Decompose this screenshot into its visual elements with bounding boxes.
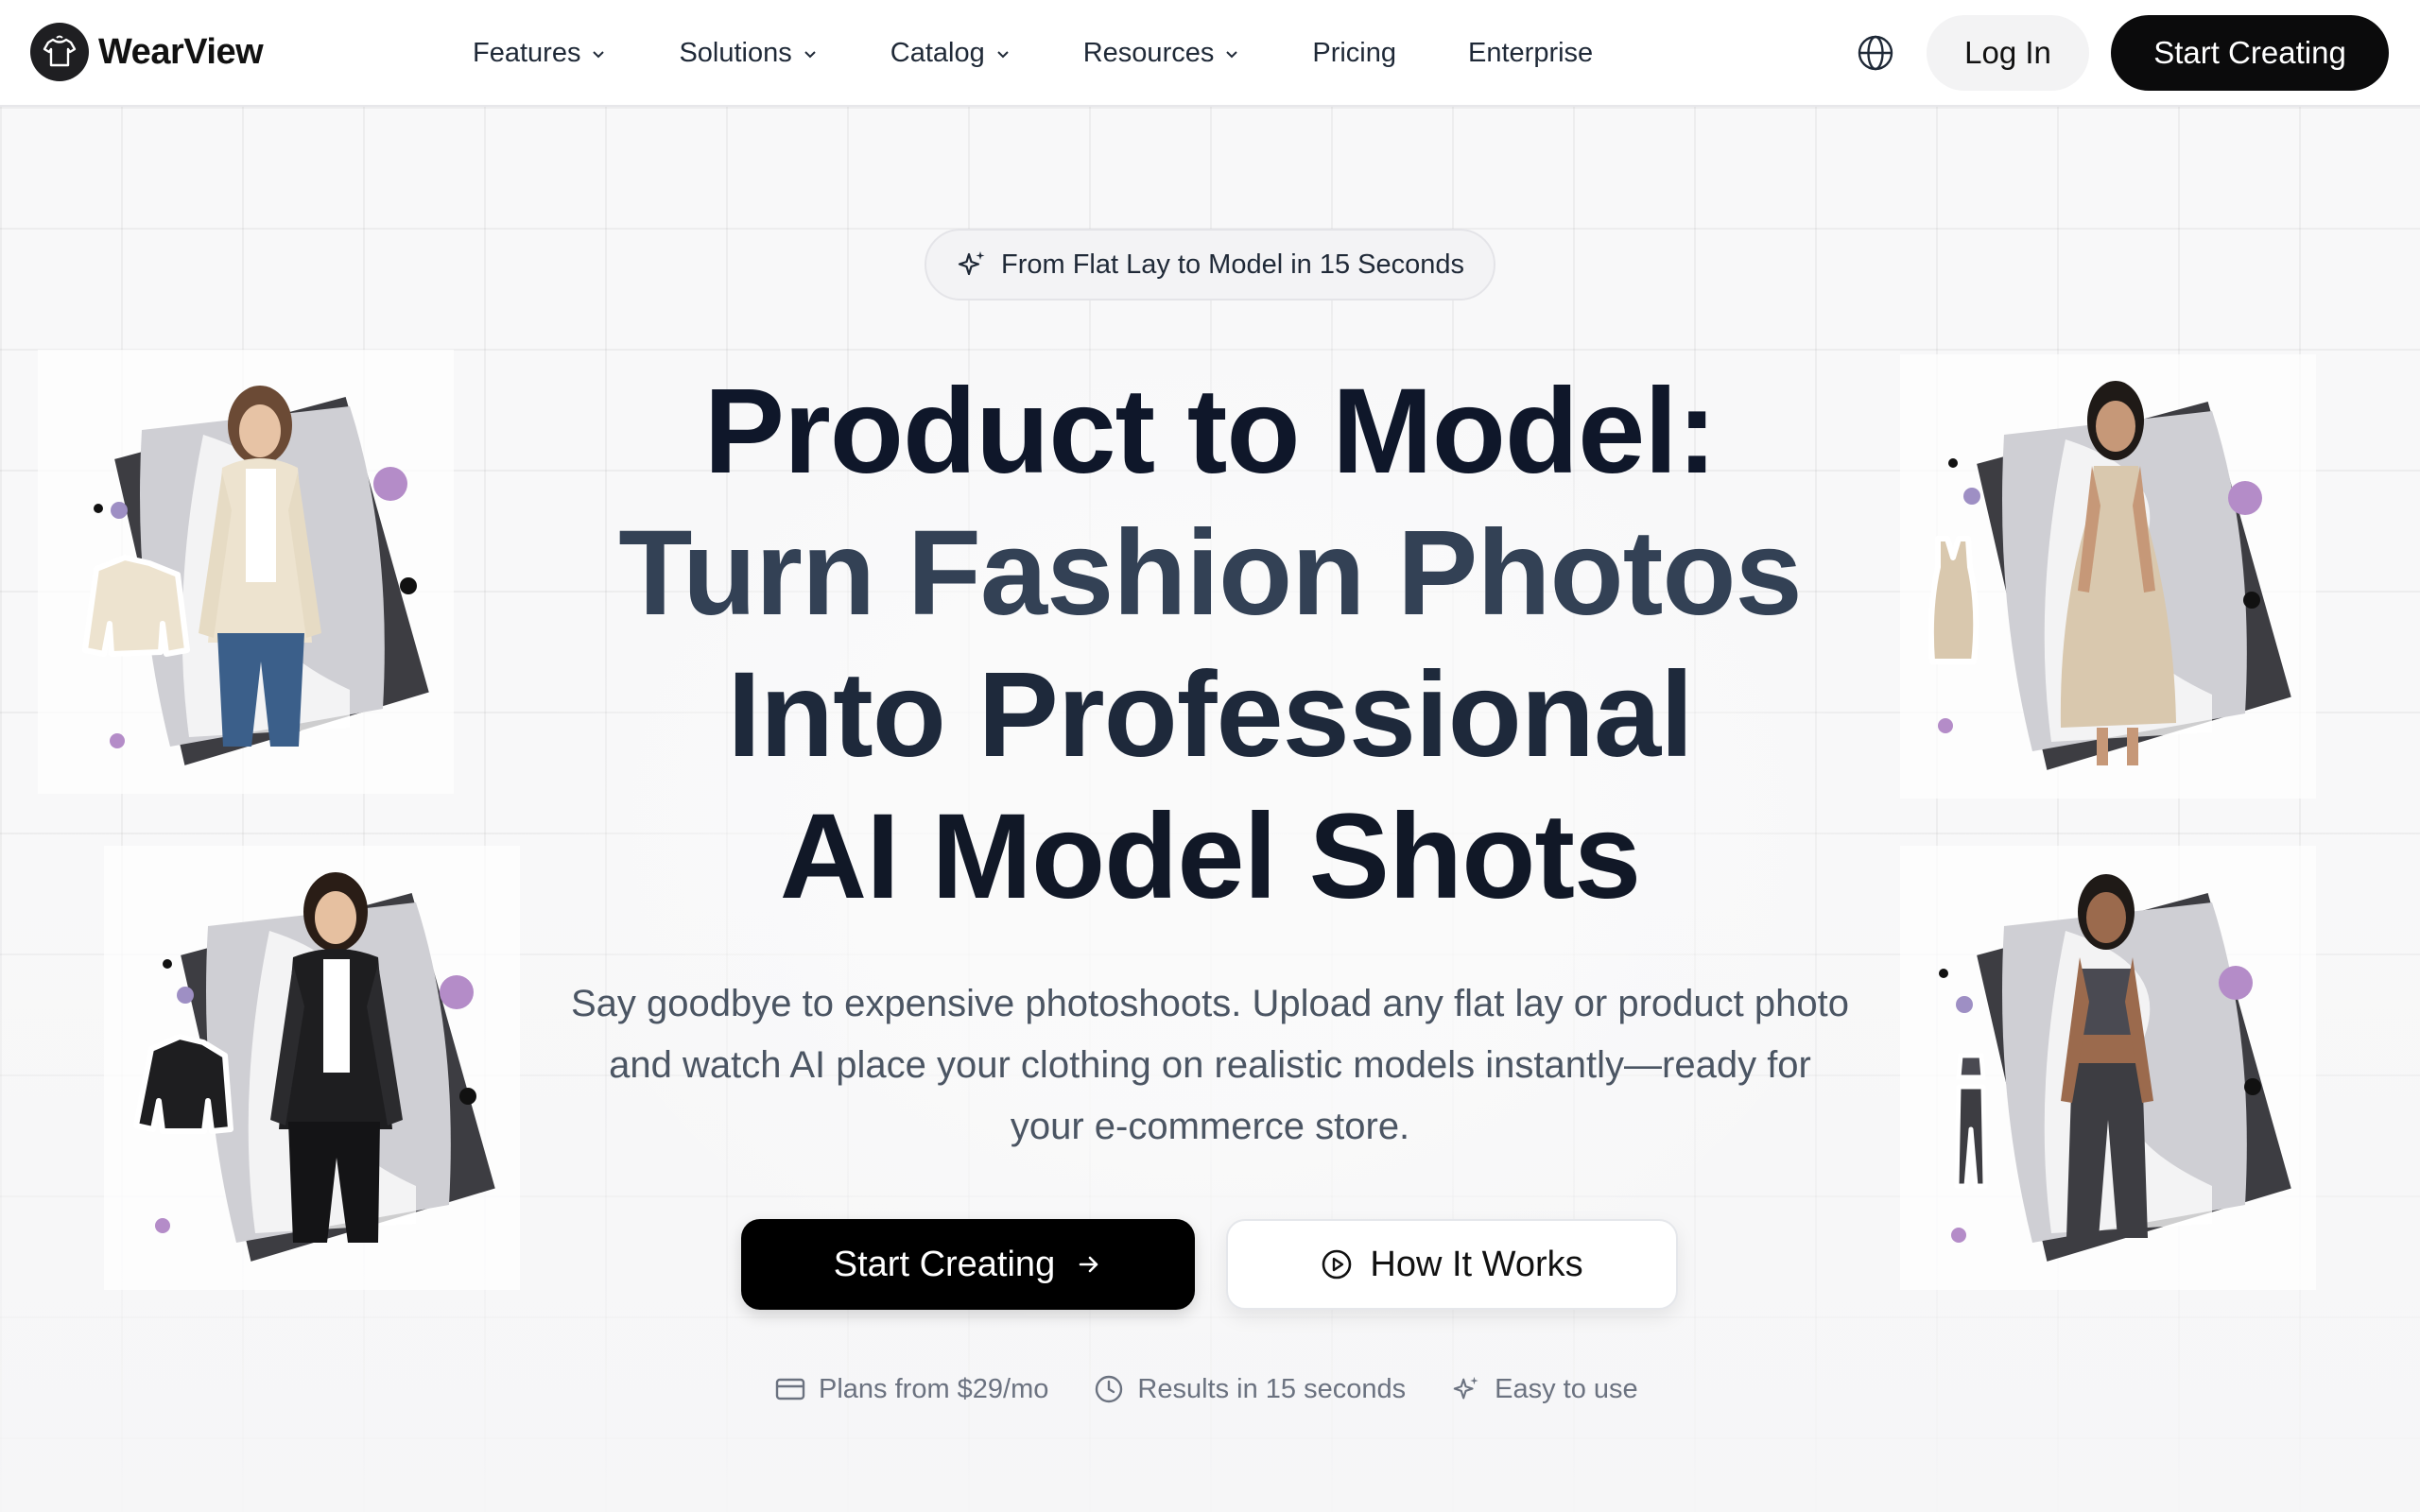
nav-solutions-label: Solutions: [679, 38, 792, 68]
headline-line-3: Into Professional: [727, 647, 1693, 782]
feature-ease-label: Easy to use: [1495, 1373, 1638, 1404]
globe-icon[interactable]: [1857, 34, 1894, 72]
nav-features[interactable]: Features: [473, 38, 607, 69]
site-header: WearView Features Solutions Catalog Reso…: [0, 0, 2420, 107]
arrow-right-icon: [1079, 1256, 1098, 1273]
clock-icon: [1096, 1375, 1123, 1403]
logo-shirt-icon: [30, 23, 89, 81]
chevron-down-icon: [804, 50, 816, 58]
nav-resources[interactable]: Resources: [1083, 38, 1241, 69]
logo[interactable]: WearView: [30, 23, 264, 81]
feature-speed: Results in 15 seconds: [1094, 1374, 1406, 1405]
how-it-works-button[interactable]: How It Works: [1226, 1219, 1678, 1310]
header-start-creating-button[interactable]: Start Creating: [2111, 15, 2389, 91]
feature-speed-label: Results in 15 seconds: [1137, 1373, 1407, 1404]
feature-strip: Plans from $29/mo Results in 15 seconds …: [775, 1368, 1638, 1410]
play-circle-icon: [1322, 1249, 1352, 1280]
credit-card-icon: [775, 1378, 805, 1400]
how-it-works-label: How It Works: [1370, 1244, 1583, 1284]
nav-enterprise-label: Enterprise: [1468, 38, 1594, 68]
hero-headline: Product to Model: Turn Fashion Photos In…: [529, 361, 1891, 928]
headline-line-4: AI Model Shots: [779, 789, 1641, 924]
headline-line-1: Product to Model:: [703, 364, 1718, 499]
feature-ease: Easy to use: [1451, 1374, 1638, 1405]
showcase-card-activewear: [1900, 846, 2316, 1290]
nav-features-label: Features: [473, 38, 581, 68]
hero-badge: From Flat Lay to Model in 15 Seconds: [925, 229, 1495, 301]
nav-catalog[interactable]: Catalog: [890, 38, 1011, 69]
nav-pricing-label: Pricing: [1312, 38, 1397, 68]
chevron-down-icon: [593, 50, 605, 58]
nav-catalog-label: Catalog: [890, 38, 985, 68]
sparkles-icon: [958, 251, 985, 276]
start-creating-label: Start Creating: [833, 1244, 1056, 1284]
sparkles-icon: [1453, 1376, 1478, 1400]
start-creating-button[interactable]: Start Creating: [741, 1219, 1195, 1310]
headline-line-2: Turn Fashion Photos: [618, 506, 1802, 641]
nav-pricing[interactable]: Pricing: [1312, 38, 1396, 69]
nav-enterprise[interactable]: Enterprise: [1468, 38, 1593, 69]
hero-badge-text: From Flat Lay to Model in 15 Seconds: [1000, 249, 1464, 280]
showcase-card-slip-dress: [1900, 354, 2316, 799]
hero-subtitle: Say goodbye to expensive photoshoots. Up…: [570, 983, 1849, 1147]
showcase-card-cardigan: [38, 350, 454, 794]
feature-pricing: Plans from $29/mo: [775, 1374, 1048, 1405]
main-nav: Features Solutions Catalog Resources Pri…: [473, 0, 1665, 107]
login-button[interactable]: Log In: [1927, 15, 2089, 91]
nav-resources-label: Resources: [1082, 38, 1215, 68]
feature-pricing-label: Plans from $29/mo: [819, 1373, 1049, 1404]
showcase-card-leather-jacket: [104, 846, 520, 1290]
nav-solutions[interactable]: Solutions: [679, 38, 818, 69]
chevron-down-icon: [1226, 50, 1238, 58]
chevron-down-icon: [997, 50, 1009, 58]
brand-name: WearView: [98, 31, 264, 72]
